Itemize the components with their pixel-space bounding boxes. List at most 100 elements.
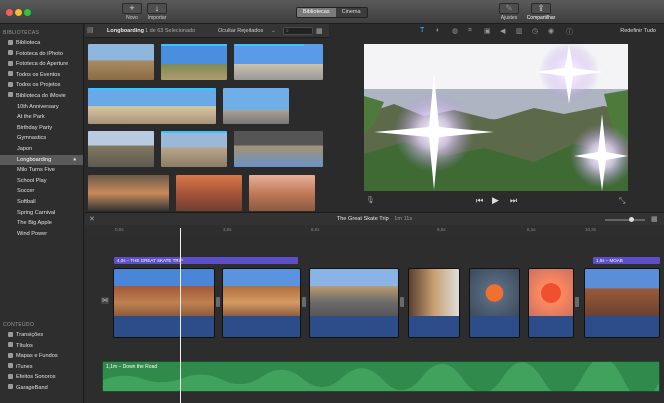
sidebar-item-label: Biblioteca do iMovie: [16, 92, 66, 99]
new-button[interactable]: +: [122, 3, 142, 14]
zoom-slider-knob[interactable]: [629, 217, 634, 222]
clip-gap: [216, 297, 220, 307]
clip-thumbnail[interactable]: [88, 44, 154, 80]
time-ruler: 0,0s 3,0s 6,0s 9,0s 6,1s 10,3s: [85, 225, 664, 235]
clip-size-icon[interactable]: ▦: [316, 27, 323, 35]
video-clip[interactable]: [309, 268, 399, 338]
project-title: The Great Skate Trip 1m 11s: [85, 216, 664, 222]
crop-icon[interactable]: ⌗: [468, 27, 472, 35]
library-icon: [8, 60, 13, 66]
transition-icon[interactable]: ⋈: [101, 297, 109, 304]
tab-theater[interactable]: Cinema: [335, 8, 367, 17]
voiceover-mic-icon[interactable]: 🎙: [366, 196, 375, 204]
view-switcher: Bibliotecas Cinema: [296, 7, 368, 18]
playhead[interactable]: [180, 228, 181, 403]
browser-header: ▤ Longboarding 1 de 63 Selecionado Ocult…: [85, 24, 329, 38]
stabilization-icon[interactable]: ▣: [484, 27, 491, 35]
zoom-slider[interactable]: [605, 217, 645, 222]
clip-thumbnail[interactable]: [161, 131, 227, 167]
clip-thumbnail[interactable]: [223, 88, 289, 124]
clip-thumbnail[interactable]: [88, 131, 154, 167]
text-tool-icon[interactable]: T: [420, 27, 424, 34]
content-item[interactable]: Transições: [0, 330, 84, 341]
clip-thumbnail[interactable]: [234, 131, 323, 167]
wand-icon: ✎: [505, 3, 513, 13]
timeline: 4,0s – THE GREAT SKATE TRIP 1,5s – MOAB …: [85, 235, 664, 403]
clip-thumbnail[interactable]: [88, 175, 169, 211]
timeline-header: ✕ The Great Skate Trip 1m 11s ▦: [85, 212, 664, 225]
clip-thumbnail[interactable]: [88, 88, 216, 124]
import-arrow-icon: ↓: [154, 3, 160, 13]
timeline-settings-icon[interactable]: ▦: [651, 215, 658, 223]
reset-all-button[interactable]: Redefinir Tudo: [620, 28, 656, 34]
sidebar-item[interactable]: Softball: [0, 197, 83, 208]
video-clip[interactable]: [408, 268, 460, 338]
adjust-button[interactable]: ✎: [499, 3, 519, 14]
video-clip[interactable]: [584, 268, 660, 338]
color-balance-icon[interactable]: ◐: [436, 27, 440, 34]
sidebar-item[interactable]: Wind Power: [0, 229, 83, 240]
content-icon: [8, 373, 13, 379]
sidebar-item[interactable]: Biblioteca do iMovie: [0, 91, 83, 102]
title-clip[interactable]: 1,5s – MOAB: [593, 257, 660, 264]
content-item-label: Transições: [16, 332, 44, 338]
share-button[interactable]: ⇪: [531, 3, 551, 14]
sidebar-item[interactable]: Soccer: [0, 186, 83, 197]
sidebar-item[interactable]: Biblioteca: [0, 38, 83, 49]
title-clip[interactable]: 4,0s – THE GREAT SKATE TRIP: [114, 257, 298, 264]
sidebar-toggle-icon[interactable]: ▤: [87, 26, 94, 34]
sidebar-item[interactable]: Milo Turns Five: [0, 165, 83, 176]
zoom-window-button[interactable]: [24, 9, 31, 16]
content-item[interactable]: GarageBand: [0, 383, 84, 394]
project-duration: 1m 11s: [394, 216, 413, 222]
library-icon: [8, 39, 13, 45]
content-item[interactable]: Mapas e Fundos: [0, 351, 84, 362]
volume-icon[interactable]: ◀: [500, 27, 505, 35]
info-icon[interactable]: ⓘ: [566, 27, 573, 37]
search-input[interactable]: ⌕: [283, 27, 313, 35]
import-button[interactable]: ↓: [147, 3, 167, 14]
play-button[interactable]: ▶: [492, 195, 499, 206]
music-track[interactable]: 1,1m – Down the Road: [102, 361, 660, 392]
video-clip[interactable]: [222, 268, 301, 338]
sidebar-item[interactable]: At the Park: [0, 112, 83, 123]
clip-thumbnail[interactable]: [249, 175, 315, 211]
fullscreen-icon[interactable]: ⤡: [619, 196, 625, 206]
clip-thumbnail[interactable]: [176, 175, 242, 211]
tab-libraries[interactable]: Bibliotecas: [297, 8, 336, 17]
video-clip[interactable]: [528, 268, 574, 338]
sidebar-item[interactable]: Birthday Party: [0, 123, 83, 134]
speed-icon[interactable]: ◷: [532, 27, 538, 35]
sidebar-item[interactable]: Japon: [0, 144, 83, 155]
sidebar-item[interactable]: Spring Carnival: [0, 208, 83, 219]
content-item[interactable]: iTunes: [0, 362, 84, 373]
sidebar-item[interactable]: The Big Apple: [0, 218, 83, 229]
color-correction-icon[interactable]: ◍: [452, 27, 458, 35]
content-item-label: Mapas e Fundos: [16, 353, 58, 360]
content-item[interactable]: Títulos: [0, 341, 84, 352]
clip-thumbnail[interactable]: [234, 44, 323, 80]
minimize-window-button[interactable]: [15, 9, 22, 16]
ruler-mark: 10,3s: [585, 227, 597, 232]
sidebar-item[interactable]: Fototeca do Aperture: [0, 59, 83, 70]
sidebar-item[interactable]: Gymnastics: [0, 133, 83, 144]
sidebar-item-label: Fototeca do iPhoto: [16, 50, 63, 57]
sidebar-item[interactable]: Longboarding ★: [0, 154, 83, 166]
noise-reduction-icon[interactable]: ▥: [516, 27, 523, 35]
skip-back-button[interactable]: ⏮: [476, 196, 483, 206]
filter-dropdown[interactable]: Ocultar Rejeitados: [218, 28, 263, 34]
filter-icon[interactable]: ◉: [548, 27, 554, 35]
sidebar-item[interactable]: 10th Anniversary: [0, 102, 83, 113]
content-item[interactable]: Efeitos Sonoros: [0, 372, 84, 383]
filter-chevron-icon[interactable]: ⌄: [271, 28, 276, 34]
sidebar-item[interactable]: Todos os Projetos: [0, 80, 83, 91]
close-window-button[interactable]: [6, 9, 13, 16]
adjustment-tools: T ◐ ◍ ⌗ ▣ ◀ ▥ ◷ ◉ ⓘ Redefinir Tudo: [330, 24, 664, 38]
skip-forward-button[interactable]: ⏭: [510, 196, 517, 206]
clip-thumbnail[interactable]: [161, 44, 227, 80]
video-clip[interactable]: [469, 268, 520, 338]
sidebar-item[interactable]: Fototeca do iPhoto: [0, 49, 83, 60]
video-clip[interactable]: [113, 268, 215, 338]
sidebar-item[interactable]: Todos os Eventos: [0, 70, 83, 81]
sidebar-item[interactable]: School Play: [0, 176, 83, 187]
